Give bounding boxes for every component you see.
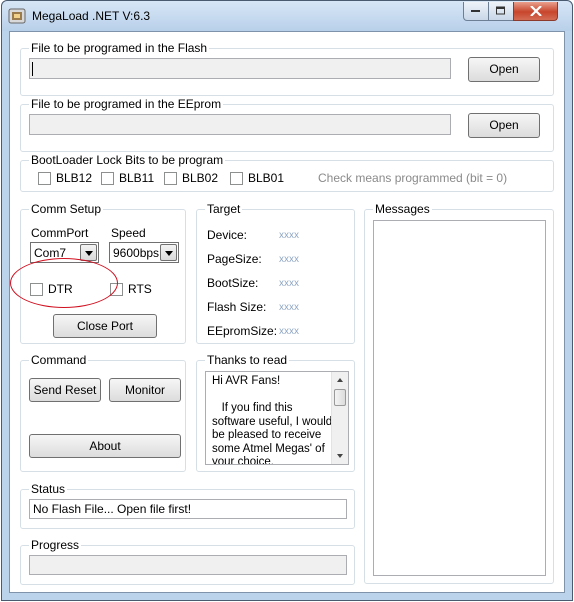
eeprom-file-field[interactable] [29, 114, 451, 135]
target-bootsize-label: BootSize: [207, 276, 259, 290]
speed-label: Speed [111, 226, 146, 240]
lockbits-group: BootLoader Lock Bits to be program BLB12… [20, 153, 554, 192]
about-button[interactable]: About [29, 434, 181, 458]
blb11-label: BLB11 [119, 171, 155, 185]
progress-group: Progress [20, 538, 355, 585]
flash-open-button[interactable]: Open [468, 57, 540, 82]
title-bar[interactable]: MegaLoad .NET V:6.3 [2, 1, 572, 31]
megaload-app-icon [8, 7, 26, 25]
target-group: Target Device: xxxx PageSize: xxxx BootS… [196, 202, 355, 344]
status-group: Status No Flash File... Open file first! [20, 482, 355, 529]
eeprom-group-label: File to be programed in the EEprom [29, 97, 224, 111]
command-group-label: Command [29, 353, 89, 367]
status-text: No Flash File... Open file first! [33, 502, 192, 516]
thanks-scrollbar[interactable] [331, 372, 348, 464]
blb12-checkbox[interactable] [38, 172, 51, 185]
target-group-label: Target [205, 202, 243, 216]
eeprom-group: File to be programed in the EEprom Open [20, 97, 554, 152]
thanks-textarea[interactable]: Hi AVR Fans! If you find this software u… [205, 371, 349, 465]
messages-list[interactable] [373, 220, 546, 576]
flash-group-label: File to be programed in the Flash [29, 41, 210, 55]
status-group-label: Status [29, 482, 68, 496]
text-caret [32, 62, 33, 76]
scroll-up-arrow-icon[interactable] [332, 372, 348, 388]
flash-group: File to be programed in the Flash Open [20, 41, 554, 96]
thanks-text: Hi AVR Fans! If you find this software u… [212, 375, 333, 465]
messages-group-label: Messages [373, 202, 432, 216]
blb01-label: BLB01 [248, 171, 285, 185]
close-port-button[interactable]: Close Port [53, 314, 157, 338]
speed-select[interactable]: 9600bps [109, 242, 179, 263]
messages-group: Messages [364, 202, 554, 584]
speed-value: 9600bps [113, 246, 160, 260]
monitor-button[interactable]: Monitor [109, 378, 181, 402]
eeprom-open-button[interactable]: Open [468, 113, 540, 138]
target-pagesize-label: PageSize: [207, 252, 262, 266]
chevron-down-icon[interactable] [160, 244, 177, 261]
progress-bar [29, 555, 347, 575]
maximize-button[interactable] [488, 2, 514, 21]
blb01-checkbox[interactable] [230, 172, 243, 185]
target-eepromsize-value: xxxx [279, 326, 299, 337]
blb11-checkbox[interactable] [101, 172, 114, 185]
chevron-down-icon[interactable] [80, 244, 97, 261]
target-bootsize-value: xxxx [279, 278, 299, 289]
target-flashsize-label: Flash Size: [207, 300, 267, 314]
client-area: File to be programed in the Flash Open F… [9, 31, 565, 593]
scroll-thumb[interactable] [334, 389, 346, 406]
close-button[interactable] [513, 2, 558, 21]
commport-label: CommPort [31, 226, 89, 240]
target-flashsize-value: xxxx [279, 302, 299, 313]
target-device-value: xxxx [279, 230, 299, 241]
scroll-down-arrow-icon[interactable] [332, 448, 348, 464]
lockbits-hint: Check means programmed (bit = 0) [318, 171, 508, 185]
blb02-checkbox[interactable] [164, 172, 177, 185]
comm-setup-group-label: Comm Setup [29, 202, 104, 216]
send-reset-button[interactable]: Send Reset [29, 378, 101, 402]
lockbits-group-label: BootLoader Lock Bits to be program [29, 153, 226, 167]
target-eepromsize-label: EEpromSize: [207, 324, 278, 338]
annotation-oval [10, 258, 118, 308]
target-pagesize-value: xxxx [279, 254, 299, 265]
status-field: No Flash File... Open file first! [29, 499, 347, 519]
blb12-label: BLB12 [56, 171, 93, 185]
minimize-button[interactable] [463, 2, 489, 21]
app-window: MegaLoad .NET V:6.3 File to be programed… [1, 0, 573, 601]
command-group: Command Send Reset Monitor About [20, 353, 186, 472]
window-title: MegaLoad .NET V:6.3 [32, 9, 151, 23]
rts-label: RTS [128, 282, 152, 296]
flash-file-field[interactable] [29, 58, 451, 79]
thanks-group-label: Thanks to read [205, 353, 290, 367]
blb02-label: BLB02 [182, 171, 219, 185]
target-device-label: Device: [207, 228, 248, 242]
thanks-group: Thanks to read Hi AVR Fans! If you find … [196, 353, 355, 472]
progress-group-label: Progress [29, 538, 82, 552]
